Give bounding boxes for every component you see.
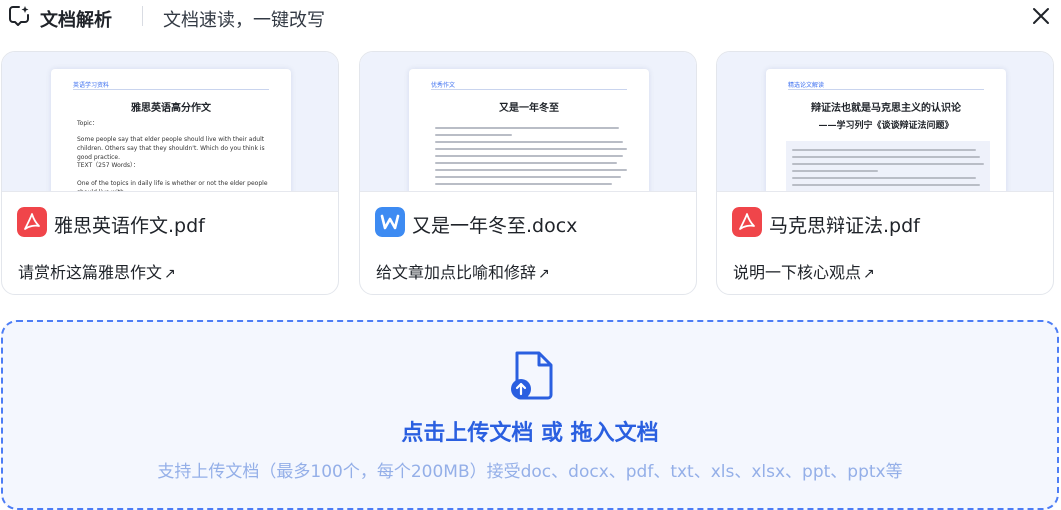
preview-tag: 精选论文解读 <box>788 82 825 89</box>
sample-card-marx[interactable]: 精选论文解读 辩证法也就是马克思主义的认识论 ——学习列宁《谈谈辩证法问题》 马… <box>716 51 1054 295</box>
file-name: 又是一年冬至.docx <box>412 215 578 237</box>
header-divider <box>142 6 143 26</box>
file-name: 马克思辩证法.pdf <box>769 215 920 237</box>
preview-rule <box>73 89 269 90</box>
upload-dropzone[interactable]: 点击上传文档 或 拖入文档 支持上传文档（最多100个，每个200MB）接受do… <box>1 320 1059 510</box>
preview-line: Topic： <box>77 120 99 127</box>
preview-title: 又是一年冬至 <box>499 103 559 114</box>
prompt-link[interactable]: 请赏析这篇雅思作文 ↗ <box>18 259 176 283</box>
preview-rule <box>431 89 627 90</box>
word-icon <box>375 207 405 237</box>
preview-tag: 英语学习资料 <box>73 82 110 89</box>
preview-title: 雅思英语高分作文 <box>131 103 211 114</box>
prompt-text: 请赏析这篇雅思作文 <box>18 263 163 282</box>
file-upload-icon <box>511 351 553 400</box>
pdf-icon <box>17 207 47 237</box>
file-name: 雅思英语作文.pdf <box>54 215 205 237</box>
prompt-text: 给文章加点比喻和修辞 <box>376 263 537 282</box>
preview-rule <box>788 89 984 90</box>
close-icon[interactable] <box>1028 3 1054 29</box>
chat-sparkle-icon <box>9 6 29 26</box>
sample-card-ielts[interactable]: 英语学习资料 雅思英语高分作文 Topic： Some people say t… <box>1 51 339 295</box>
preview-line: One of the topics in daily life is wheth… <box>77 180 268 191</box>
arrow-up-right-icon: ↗ <box>164 266 176 282</box>
preview-text-lines <box>435 127 627 190</box>
prompt-link[interactable]: 给文章加点比喻和修辞 ↗ <box>376 259 550 283</box>
card-footer: 马克思辩证法.pdf 说明一下核心观点 ↗ <box>717 191 1053 294</box>
card-preview: 精选论文解读 辩证法也就是马克思主义的认识论 ——学习列宁《谈谈辩证法问题》 <box>717 52 1053 191</box>
document-preview: 精选论文解读 辩证法也就是马克思主义的认识论 ——学习列宁《谈谈辩证法问题》 <box>766 69 1006 191</box>
document-preview: 英语学习资料 雅思英语高分作文 Topic： Some people say t… <box>51 69 291 191</box>
prompt-text: 说明一下核心观点 <box>733 263 862 282</box>
pdf-icon <box>732 207 762 237</box>
page-subtitle: 文档速读，一键改写 <box>163 10 325 31</box>
card-footer: 雅思英语作文.pdf 请赏析这篇雅思作文 ↗ <box>2 191 338 294</box>
sample-card-winter[interactable]: 优秀作文 又是一年冬至 又是一年冬至.docx 给文章加点比喻和修辞 ↗ <box>359 51 697 295</box>
upload-title: 点击上传文档 或 拖入文档 <box>401 421 659 446</box>
arrow-up-right-icon: ↗ <box>538 266 550 282</box>
preview-subtitle: ——学习列宁《谈谈辩证法问题》 <box>818 121 954 131</box>
preview-title: 辩证法也就是马克思主义的认识论 <box>811 103 961 114</box>
arrow-up-right-icon: ↗ <box>863 266 875 282</box>
header: 文档解析 文档速读，一键改写 <box>0 0 1061 34</box>
prompt-link[interactable]: 说明一下核心观点 ↗ <box>733 259 875 283</box>
preview-tag: 优秀作文 <box>431 82 456 89</box>
page-title: 文档解析 <box>40 10 112 31</box>
preview-text-lines <box>792 149 984 191</box>
upload-hint: 支持上传文档（最多100个，每个200MB）接受doc、docx、pdf、txt… <box>157 462 903 482</box>
preview-line: Some people say that elder people should… <box>77 136 265 161</box>
preview-line: TEXT（257 Words）： <box>77 162 140 169</box>
document-preview: 优秀作文 又是一年冬至 <box>409 69 649 191</box>
card-preview: 英语学习资料 雅思英语高分作文 Topic： Some people say t… <box>2 52 338 191</box>
card-preview: 优秀作文 又是一年冬至 <box>360 52 696 191</box>
card-footer: 又是一年冬至.docx 给文章加点比喻和修辞 ↗ <box>360 191 696 294</box>
